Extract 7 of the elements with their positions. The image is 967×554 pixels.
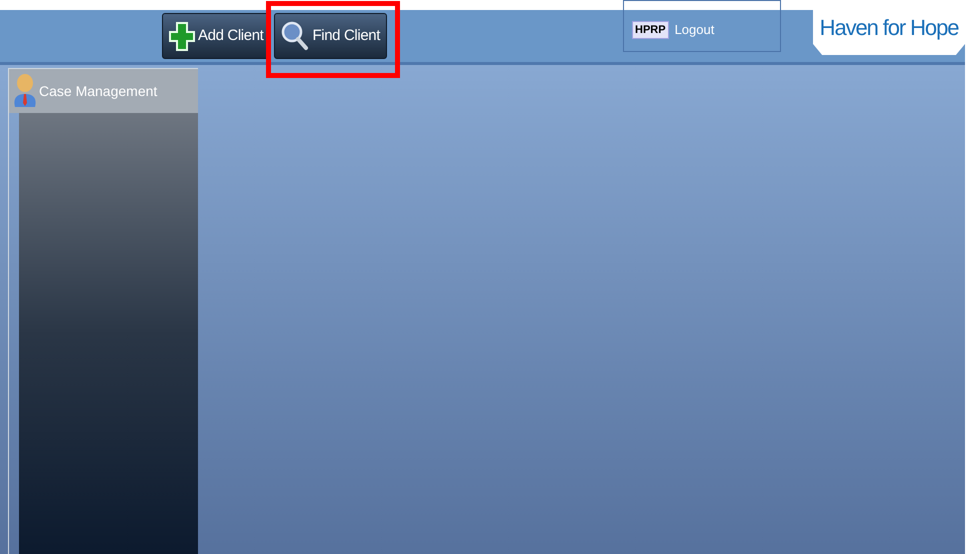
- magnifier-icon: [281, 21, 310, 51]
- person-icon: [13, 73, 37, 109]
- plus-icon: [169, 21, 195, 51]
- find-client-button[interactable]: Find Client: [274, 13, 388, 59]
- program-badge: HPRP: [632, 21, 669, 39]
- sidebar-title: Case Management: [39, 82, 158, 101]
- logo-text: Haven for Hope: [820, 14, 958, 42]
